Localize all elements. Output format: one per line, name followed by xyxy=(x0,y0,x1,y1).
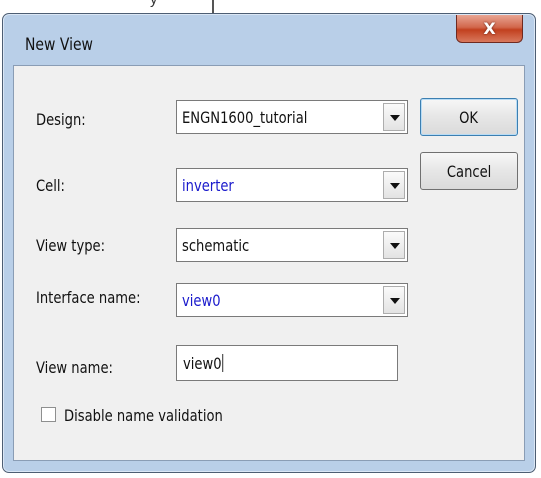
background-text: y xyxy=(150,0,158,8)
ok-button[interactable]: OK xyxy=(420,98,518,136)
disable-name-validation-label[interactable]: Disable name validation xyxy=(64,406,223,425)
cell-value: inverter xyxy=(182,176,234,195)
new-view-dialog: New View X Design: ENGN1600_tutorial Cel… xyxy=(2,13,536,473)
background-divider xyxy=(212,0,214,14)
title-bar[interactable]: New View X xyxy=(3,14,535,64)
cancel-button[interactable]: Cancel xyxy=(420,152,518,190)
view-type-value: schematic xyxy=(182,236,250,255)
cell-combobox[interactable]: inverter xyxy=(176,168,408,202)
interface-name-combobox[interactable]: view0 xyxy=(176,283,408,317)
view-name-value: view0 xyxy=(183,354,224,373)
interface-name-value: view0 xyxy=(182,291,221,310)
chevron-down-icon[interactable] xyxy=(383,103,405,131)
close-icon: X xyxy=(483,19,496,38)
view-name-label: View name: xyxy=(36,358,113,377)
interface-name-label: Interface name: xyxy=(36,288,141,307)
dialog-body: Design: ENGN1600_tutorial Cell: inverter… xyxy=(13,65,525,461)
design-value: ENGN1600_tutorial xyxy=(182,108,308,127)
design-label: Design: xyxy=(36,110,86,129)
cancel-button-label: Cancel xyxy=(446,161,492,181)
close-button[interactable]: X xyxy=(456,15,523,43)
view-type-combobox[interactable]: schematic xyxy=(176,228,408,262)
design-combobox[interactable]: ENGN1600_tutorial xyxy=(176,100,408,134)
chevron-down-icon[interactable] xyxy=(383,286,405,314)
dialog-title: New View xyxy=(25,35,93,55)
view-name-input[interactable]: view0 xyxy=(176,345,398,381)
text-caret xyxy=(222,354,224,372)
disable-name-validation-checkbox[interactable] xyxy=(41,407,56,422)
cell-label: Cell: xyxy=(36,176,65,195)
chevron-down-icon[interactable] xyxy=(383,171,405,199)
view-type-label: View type: xyxy=(36,236,106,255)
ok-button-label: OK xyxy=(459,107,479,127)
chevron-down-icon[interactable] xyxy=(383,231,405,259)
